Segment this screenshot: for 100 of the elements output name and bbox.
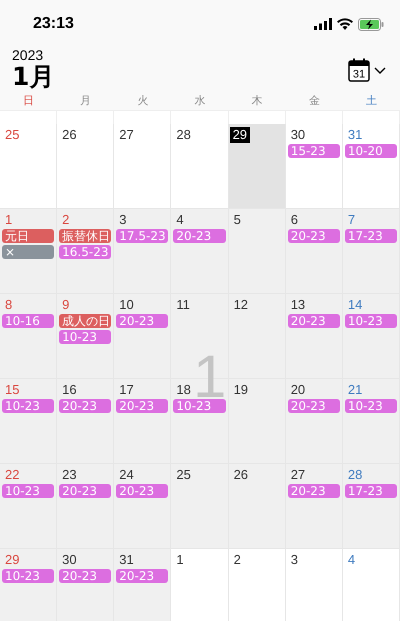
weekday-label: 水 [193, 92, 206, 108]
weekday-label: 金 [308, 92, 321, 108]
event-chip[interactable]: 20-23 [59, 569, 112, 583]
status-time: 23:13 [33, 15, 74, 33]
day-number: 13 [290, 297, 306, 313]
event-chip[interactable]: 10-23 [344, 399, 397, 413]
event-chip[interactable]: 10-20 [344, 144, 397, 158]
day-cell[interactable]: 29 10-23 [0, 549, 58, 621]
event-chip[interactable]: 10-23 [173, 399, 226, 413]
day-cell[interactable]: 9 成人の日 10-23 [57, 294, 114, 379]
day-cell[interactable]: 28 [171, 124, 229, 209]
day-cell[interactable]: 19 [228, 379, 286, 464]
day-cell[interactable]: 4 [342, 549, 400, 621]
event-chip[interactable]: 成人の日 [59, 314, 112, 328]
day-number: 24 [118, 467, 135, 483]
event-chip[interactable]: 10-23 [2, 484, 54, 498]
day-cell[interactable]: 31 20-23 [114, 549, 172, 621]
day-cell[interactable]: 1 元日 × [0, 209, 58, 294]
event-chip[interactable]: 17-23 [344, 484, 397, 498]
day-cell[interactable]: 12 [228, 294, 286, 379]
event-chip[interactable]: 20-23 [116, 399, 168, 413]
day-cell[interactable]: 17 20-23 [114, 379, 172, 464]
event-chip[interactable]: 20-23 [116, 569, 168, 583]
day-cell[interactable]: 5 [228, 209, 286, 294]
day-number: 2 [232, 552, 242, 568]
day-number: 27 [118, 127, 135, 143]
day-cell[interactable]: 1 [171, 549, 229, 621]
day-cell[interactable]: 2 [228, 549, 286, 621]
day-number: 11 [175, 297, 191, 313]
day-cell[interactable]: 29 [228, 124, 286, 209]
wifi-icon [337, 18, 353, 30]
weekday-label: 土 [364, 92, 378, 108]
day-number: 29 [4, 552, 20, 568]
day-number: 26 [232, 467, 250, 483]
day-number: 12 [232, 297, 250, 313]
day-cell[interactable]: 14 10-23 [342, 294, 400, 379]
day-cell[interactable]: 22 10-23 [0, 464, 58, 549]
day-cell[interactable]: 21 10-23 [342, 379, 400, 464]
month-title: 1月 [12, 63, 54, 90]
day-number: 27 [290, 467, 306, 483]
day-cell[interactable]: 25 [0, 124, 58, 209]
event-chip[interactable]: 10-23 [59, 330, 112, 344]
day-cell[interactable]: 3 17.5-23 [114, 209, 172, 294]
day-cell[interactable]: 26 [228, 464, 286, 549]
event-chip[interactable]: × [2, 245, 54, 259]
event-chip[interactable]: 20-23 [116, 314, 168, 328]
event-chip[interactable]: 振替休日 [59, 229, 112, 243]
day-cell[interactable]: 18 10-23 [171, 379, 229, 464]
day-number: 18 [175, 382, 192, 398]
day-cell[interactable]: 27 20-23 [286, 464, 343, 549]
day-cell[interactable]: 30 15-23 [286, 124, 343, 209]
day-cell[interactable]: 26 [57, 124, 114, 209]
event-chip[interactable]: 10-23 [2, 399, 54, 413]
day-cell[interactable]: 13 20-23 [286, 294, 343, 379]
day-cell[interactable]: 31 10-20 [342, 124, 400, 209]
day-number: 30 [61, 552, 78, 568]
day-number: 8 [4, 297, 14, 313]
day-number: 23 [61, 467, 78, 483]
day-cell[interactable]: 20 20-23 [286, 379, 343, 464]
day-number: 19 [232, 382, 250, 398]
day-cell[interactable]: 16 20-23 [57, 379, 114, 464]
day-number: 21 [346, 382, 364, 398]
event-chip[interactable]: 20-23 [173, 229, 226, 243]
day-cell[interactable]: 6 20-23 [286, 209, 343, 294]
event-chip[interactable]: 16.5-23 [59, 245, 112, 259]
day-cell[interactable]: 27 [114, 124, 172, 209]
event-chip[interactable]: 20-23 [288, 229, 340, 243]
day-number: 25 [175, 467, 192, 483]
event-chip[interactable]: 10-16 [2, 314, 54, 328]
event-chip[interactable]: 15-23 [288, 144, 340, 158]
day-cell[interactable]: 30 20-23 [57, 549, 114, 621]
day-cell[interactable]: 24 20-23 [114, 464, 172, 549]
day-number: 10 [118, 297, 135, 313]
day-number: 16 [61, 382, 78, 398]
day-cell[interactable]: 23 20-23 [57, 464, 114, 549]
day-cell[interactable]: 7 17-23 [342, 209, 400, 294]
weekday-label: 木 [250, 92, 264, 108]
event-chip[interactable]: 元日 [2, 229, 54, 243]
event-chip[interactable]: 17-23 [344, 229, 397, 243]
day-cell[interactable]: 10 20-23 [114, 294, 172, 379]
day-cell[interactable]: 3 [286, 549, 343, 621]
day-cell[interactable]: 15 10-23 [0, 379, 58, 464]
event-chip[interactable]: 20-23 [288, 484, 340, 498]
event-chip[interactable]: 20-23 [288, 314, 340, 328]
day-number: 4 [346, 552, 356, 568]
event-chip[interactable]: 10-23 [2, 569, 54, 583]
day-cell[interactable]: 28 17-23 [342, 464, 400, 549]
day-cell[interactable]: 2 振替休日 16.5-23 [57, 209, 114, 294]
day-cell[interactable]: 4 20-23 [171, 209, 229, 294]
day-number: 31 [346, 127, 364, 143]
day-cell[interactable]: 8 10-16 [0, 294, 58, 379]
event-chip[interactable]: 10-23 [344, 314, 397, 328]
event-chip[interactable]: 20-23 [59, 399, 112, 413]
day-cell[interactable]: 25 [171, 464, 229, 549]
event-chip[interactable]: 20-23 [59, 484, 112, 498]
event-chip[interactable]: 20-23 [116, 484, 168, 498]
event-chip[interactable]: 20-23 [288, 399, 340, 413]
event-chip[interactable]: 17.5-23 [116, 229, 168, 243]
day-number: 1 [175, 552, 185, 568]
day-number: 22 [4, 467, 20, 483]
